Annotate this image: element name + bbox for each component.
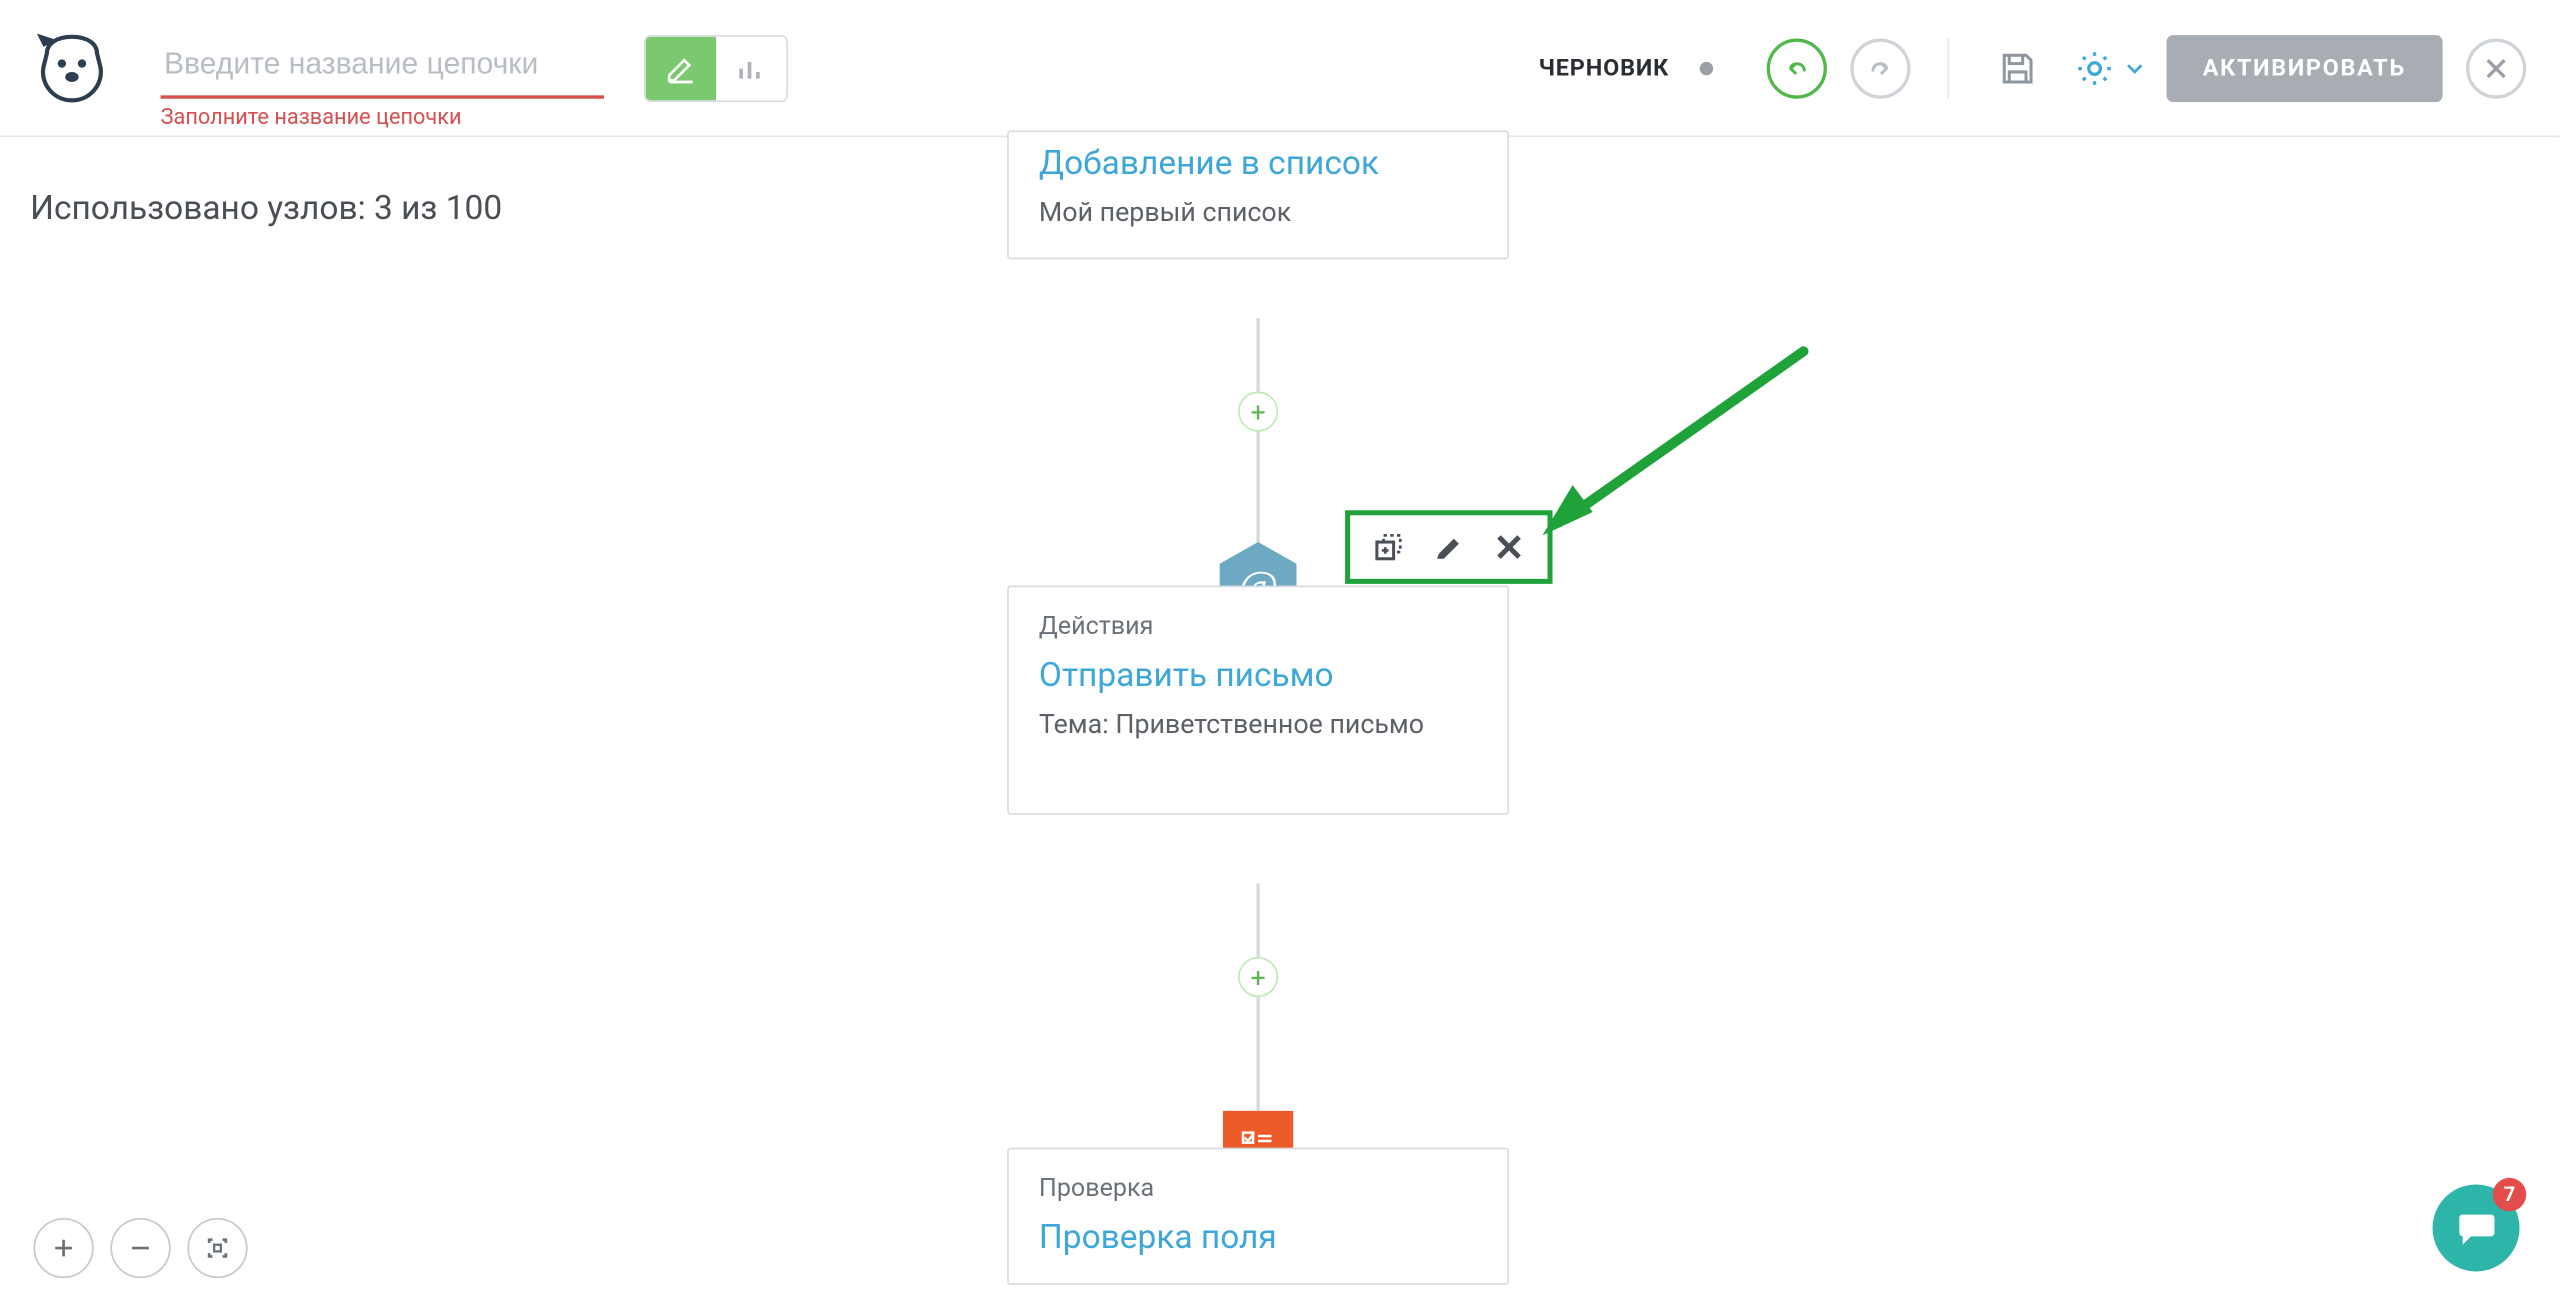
logo-icon (33, 29, 110, 106)
flow-node-start[interactable]: Добавление в список Мой первый список (1007, 130, 1509, 259)
chevron-down-icon (2126, 59, 2143, 76)
add-node-button[interactable]: + (1238, 957, 1278, 997)
node-header: Проверка (1009, 1149, 1508, 1206)
activate-button[interactable]: АКТИВИРОВАТЬ (2166, 34, 2443, 101)
divider (1947, 38, 1949, 98)
nodes-count-label: Использовано узлов: 3 из 100 (30, 187, 502, 227)
flow-node-check[interactable]: Проверка Проверка поля (1007, 1148, 1509, 1285)
settings-button[interactable] (2072, 46, 2142, 89)
node-header: Действия (1009, 587, 1508, 644)
node-subtitle: Тема: Приветственное письмо (1009, 701, 1508, 770)
undo-button[interactable] (1766, 38, 1826, 98)
fit-view-button[interactable] (187, 1218, 247, 1278)
stats-mode-button[interactable] (716, 36, 786, 100)
status-dot-icon (1699, 61, 1712, 74)
chat-badge: 7 (2493, 1178, 2526, 1211)
chain-name-input[interactable] (161, 37, 604, 99)
edit-node-button[interactable] (1430, 529, 1467, 566)
connector-line (1256, 883, 1259, 1147)
node-subtitle: Мой первый список (1009, 189, 1508, 258)
delete-node-button[interactable] (1491, 529, 1528, 566)
gear-icon (2072, 46, 2115, 89)
node-title: Добавление в список (1009, 132, 1508, 189)
zoom-controls (33, 1218, 247, 1278)
app-header: Заполните название цепочки ЧЕРНОВИК (0, 0, 2560, 137)
redo-button[interactable] (1850, 38, 1910, 98)
chat-button[interactable]: 7 (2433, 1184, 2520, 1271)
chain-name-error: Заполните название цепочки (161, 105, 462, 130)
flow-canvas[interactable]: Использовано узлов: 3 из 100 Добавление … (0, 137, 2560, 1311)
node-title: Проверка поля (1009, 1206, 1508, 1283)
view-mode-toggle (644, 34, 788, 101)
save-button[interactable] (1985, 36, 2049, 100)
chat-icon (2454, 1206, 2497, 1249)
zoom-in-button[interactable] (33, 1218, 93, 1278)
zoom-out-button[interactable] (110, 1218, 170, 1278)
add-node-button[interactable]: + (1238, 391, 1278, 431)
duplicate-node-button[interactable] (1370, 529, 1407, 566)
chain-name-field-wrap: Заполните название цепочки (161, 37, 604, 99)
close-button[interactable] (2466, 38, 2526, 98)
annotation-arrow-icon (1536, 338, 1820, 539)
flow-node-action[interactable]: Действия Отправить письмо Тема: Приветст… (1007, 586, 1509, 815)
edit-mode-button[interactable] (646, 36, 716, 100)
node-title: Отправить письмо (1009, 644, 1508, 701)
status-label: ЧЕРНОВИК (1539, 54, 1669, 81)
node-action-toolbar (1345, 510, 1552, 584)
